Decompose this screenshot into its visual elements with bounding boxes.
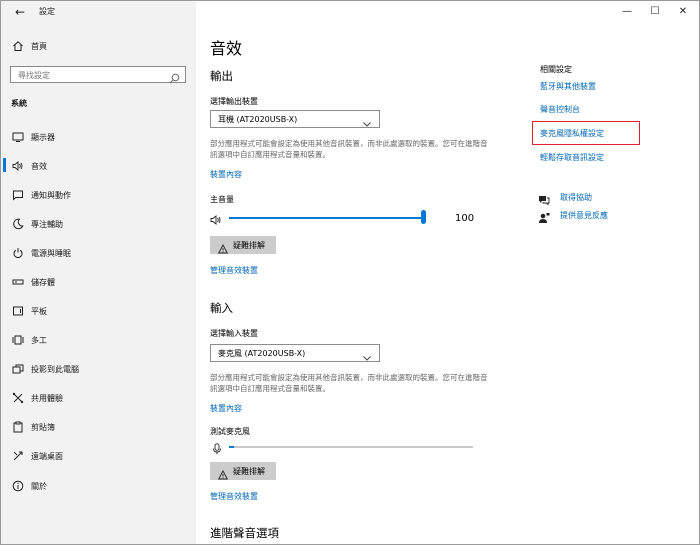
output-description: 部分應用程式可能會設定為使用其他音訊裝置，而非此處選取的裝置。您可在進階音訊選項… (210, 139, 488, 159)
sidebar-item-label: 共用體驗 (31, 394, 63, 403)
sidebar-item-label: 音效 (31, 162, 47, 171)
volume-speaker-icon[interactable] (210, 211, 222, 225)
sidebar-item-label: 剪貼簿 (31, 423, 55, 432)
sidebar-item-tablet[interactable]: 平板 (1, 301, 196, 321)
home-icon (11, 39, 25, 53)
sidebar-item-label: 專注輔助 (31, 220, 63, 229)
master-volume-label: 主音量 (210, 195, 234, 204)
search-input[interactable]: 尋找設定 (10, 66, 186, 84)
sidebar-item-clipboard[interactable]: 剪貼簿 (1, 417, 196, 437)
microphone-icon (212, 440, 222, 455)
moon-icon (11, 217, 25, 231)
mic-level-track (229, 446, 473, 448)
input-device-properties-link[interactable]: 裝置內容 (210, 403, 242, 414)
output-troubleshoot-button[interactable]: 疑難排解 (210, 236, 276, 254)
project-icon (11, 362, 25, 376)
mic-level-fill (229, 446, 234, 448)
sidebar-item-remote-desktop[interactable]: 遠端桌面 (1, 446, 196, 466)
sidebar-item-label: 首頁 (31, 42, 47, 51)
multitasking-icon (11, 333, 25, 347)
help-chat-icon (538, 191, 550, 206)
output-manage-devices-link[interactable]: 管理音效裝置 (210, 265, 258, 276)
sidebar-item-project[interactable]: 投影到此電腦 (1, 359, 196, 379)
output-device-value: 耳機 (AT2020USB-X) (218, 115, 298, 124)
test-microphone-label: 測試麥克風 (210, 427, 250, 436)
remote-desktop-icon (11, 449, 25, 463)
titlebar-left: ← 設定 (1, 1, 196, 25)
give-feedback-label: 提供意見反應 (560, 211, 608, 220)
sidebar-item-label: 通知與動作 (31, 191, 71, 200)
volume-slider-thumb[interactable] (421, 210, 426, 224)
input-device-value: 麥克風 (AT2020USB-X) (218, 349, 306, 358)
output-heading: 輸出 (210, 69, 233, 83)
display-icon (11, 130, 25, 144)
chevron-down-icon (362, 348, 372, 361)
sidebar-item-label: 多工 (31, 336, 47, 345)
clipboard-icon (11, 420, 25, 434)
related-link-sound-control-panel[interactable]: 聲音控制台 (540, 104, 580, 115)
notification-icon (11, 188, 25, 202)
main-content: 音效 輸出 選擇輸出裝置 耳機 (AT2020USB-X) 部分應用程式可能會設… (196, 1, 699, 544)
warning-icon (217, 239, 229, 254)
input-device-label: 選擇輸入裝置 (210, 329, 258, 338)
related-settings-title: 相關設定 (540, 65, 572, 74)
search-icon[interactable] (169, 69, 180, 84)
sidebar-item-label: 遠端桌面 (31, 452, 63, 461)
sidebar-item-home[interactable]: 首頁 (1, 36, 196, 56)
sidebar-item-display[interactable]: 顯示器 (1, 127, 196, 147)
page-title: 音效 (210, 39, 243, 58)
sidebar-item-storage[interactable]: 儲存體 (1, 272, 196, 292)
input-description: 部分應用程式可能會設定為使用其他音訊裝置，而非此處選取的裝置。您可在進階音訊選項… (210, 373, 488, 393)
output-device-label: 選擇輸出裝置 (210, 97, 258, 106)
chevron-down-icon (362, 114, 372, 127)
advanced-sound-heading: 進階聲音選項 (210, 526, 279, 540)
input-troubleshoot-button[interactable]: 疑難排解 (210, 462, 276, 480)
related-link-microphone-privacy[interactable]: 麥克風隱私權設定 (540, 128, 604, 139)
sidebar-item-label: 顯示器 (31, 133, 55, 142)
sidebar-item-sound[interactable]: 音效 (1, 156, 196, 176)
back-arrow-icon[interactable]: ← (12, 4, 28, 20)
feedback-person-icon (538, 209, 550, 223)
search-placeholder: 尋找設定 (18, 71, 50, 80)
settings-window: ← 設定 首頁 尋找設定 系統 顯示器 音效 通知與動作 專注輔助 電源與睡眠 … (0, 0, 700, 545)
sidebar-section-label: 系統 (11, 99, 27, 108)
sidebar-item-multitasking[interactable]: 多工 (1, 330, 196, 350)
input-heading: 輸入 (210, 301, 233, 315)
power-icon (11, 246, 25, 260)
related-link-ease-of-access-audio[interactable]: 輕鬆存取音訊設定 (540, 152, 604, 163)
input-device-dropdown[interactable]: 麥克風 (AT2020USB-X) (210, 344, 380, 362)
volume-value: 100 (455, 213, 475, 224)
output-device-dropdown[interactable]: 耳機 (AT2020USB-X) (210, 110, 380, 128)
output-device-properties-link[interactable]: 裝置內容 (210, 169, 242, 180)
sidebar-item-focus-assist[interactable]: 專注輔助 (1, 214, 196, 234)
app-title: 設定 (39, 7, 55, 16)
related-link-bluetooth[interactable]: 藍牙與其他裝置 (540, 81, 596, 92)
troubleshoot-label: 疑難排解 (233, 241, 265, 250)
get-help-label: 取得協助 (560, 193, 592, 202)
warning-icon (217, 465, 229, 480)
sidebar-item-label: 電源與睡眠 (31, 249, 71, 258)
sidebar-item-power-sleep[interactable]: 電源與睡眠 (1, 243, 196, 263)
sidebar-item-label: 平板 (31, 307, 47, 316)
tablet-icon (11, 304, 25, 318)
sidebar-item-label: 關於 (31, 482, 47, 491)
shared-experiences-icon (11, 391, 25, 405)
sidebar-item-shared-experiences[interactable]: 共用體驗 (1, 388, 196, 408)
info-icon (11, 479, 25, 493)
storage-icon (11, 275, 25, 289)
sidebar-item-about[interactable]: 關於 (1, 476, 196, 496)
volume-slider-track[interactable] (229, 217, 423, 219)
sidebar-item-notifications[interactable]: 通知與動作 (1, 185, 196, 205)
troubleshoot-label: 疑難排解 (233, 467, 265, 476)
sidebar-item-label: 儲存體 (31, 278, 55, 287)
speaker-icon (11, 159, 25, 173)
sidebar: ← 設定 首頁 尋找設定 系統 顯示器 音效 通知與動作 專注輔助 電源與睡眠 … (1, 1, 196, 544)
sidebar-item-label: 投影到此電腦 (31, 365, 79, 374)
input-manage-devices-link[interactable]: 管理音效裝置 (210, 491, 258, 502)
